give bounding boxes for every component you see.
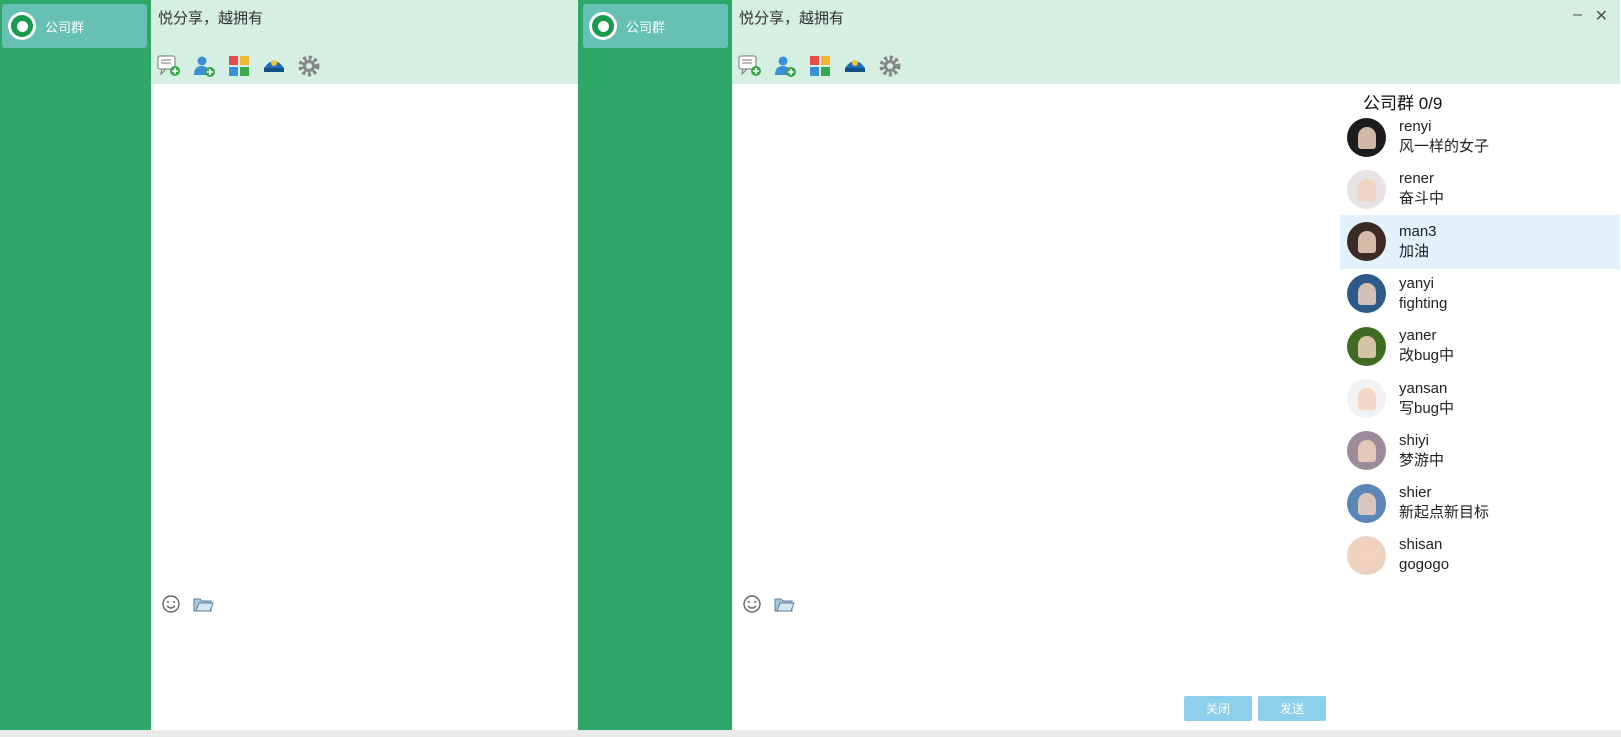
- member-item[interactable]: man3 加油: [1340, 214, 1620, 269]
- minimize-button[interactable]: –: [1573, 6, 1582, 24]
- close-window-button[interactable]: ✕: [1595, 6, 1608, 26]
- member-item[interactable]: rener 奋斗中: [1340, 162, 1620, 216]
- member-status: 加油: [1399, 242, 1430, 260]
- left-chat-window: 公司群 悦分享，越拥有: [0, 0, 578, 730]
- window-title: 悦分享，越拥有: [158, 10, 264, 27]
- member-text: man3 加油: [1399, 222, 1437, 262]
- member-text: shier 新起点新目标: [1399, 483, 1489, 523]
- group-label: 公司群: [45, 19, 85, 35]
- new-chat-icon[interactable]: [738, 54, 762, 78]
- member-item[interactable]: yansan 写bug中: [1340, 372, 1620, 426]
- member-name: rener: [1399, 170, 1435, 188]
- member-status: 梦游中: [1399, 451, 1445, 469]
- chat-toolbar: [157, 54, 321, 78]
- close-button[interactable]: 关闭: [1184, 696, 1252, 721]
- member-name: shier: [1399, 484, 1432, 502]
- right-chat-window: 公司群 悦分享，越拥有 – ✕ 公司群 0/9 renyi 风一样的女子 ren…: [578, 0, 1621, 730]
- member-status: gogogo: [1399, 556, 1450, 574]
- member-status: 写bug中: [1399, 399, 1455, 417]
- emoji-icon[interactable]: [159, 592, 183, 616]
- new-chat-icon[interactable]: [157, 54, 181, 78]
- gear-icon[interactable]: [297, 54, 321, 78]
- member-avatar: [1347, 535, 1386, 575]
- member-avatar: [1347, 169, 1386, 209]
- member-name: yaner: [1399, 327, 1437, 345]
- group-logo-icon: [589, 12, 617, 40]
- group-label: 公司群: [626, 19, 666, 35]
- chat-toolbar: [738, 54, 902, 78]
- bottom-strip: [0, 730, 1621, 737]
- member-text: yansan 写bug中: [1399, 379, 1454, 419]
- sidebar-item-company-group[interactable]: 公司群: [2, 4, 147, 48]
- member-text: yanyi fighting: [1399, 274, 1447, 314]
- member-text: shiyi 梦游中: [1399, 431, 1444, 471]
- captain-hat-icon[interactable]: [262, 54, 286, 78]
- group-sidebar: 公司群: [578, 0, 732, 730]
- member-text: shisan gogogo: [1399, 535, 1449, 575]
- sidebar-item-company-group[interactable]: 公司群: [583, 4, 728, 48]
- member-item[interactable]: renyi 风一样的女子: [1340, 110, 1620, 164]
- member-status: 新起点新目标: [1399, 504, 1490, 522]
- add-user-icon[interactable]: [773, 54, 797, 78]
- member-text: rener 奋斗中: [1399, 169, 1444, 209]
- apps-icon[interactable]: [808, 54, 832, 78]
- window-title: 悦分享，越拥有: [739, 10, 845, 27]
- member-status: 奋斗中: [1399, 190, 1445, 208]
- captain-hat-icon[interactable]: [843, 54, 867, 78]
- member-name: yanyi: [1399, 274, 1435, 292]
- member-name: man3: [1399, 222, 1437, 240]
- member-name: renyi: [1399, 118, 1432, 135]
- member-status: fighting: [1399, 294, 1448, 312]
- group-sidebar: 公司群: [0, 0, 151, 730]
- gear-icon[interactable]: [878, 54, 902, 78]
- message-area[interactable]: [151, 84, 578, 730]
- member-status: 改bug中: [1399, 347, 1455, 365]
- member-item[interactable]: shiyi 梦游中: [1340, 424, 1620, 478]
- member-item[interactable]: shier 新起点新目标: [1340, 476, 1620, 530]
- member-status: 风一样的女子: [1399, 138, 1490, 155]
- chat-header: 悦分享，越拥有: [151, 0, 578, 84]
- member-avatar: [1347, 326, 1386, 366]
- member-list: 公司群 0/9 renyi 风一样的女子 rener 奋斗中 man3 加油 yanyi fi…: [1340, 85, 1620, 605]
- member-avatar: [1347, 117, 1386, 157]
- member-avatar: [1347, 222, 1386, 262]
- chat-header: 悦分享，越拥有 – ✕: [732, 0, 1620, 84]
- folder-icon[interactable]: [191, 592, 215, 616]
- member-avatar: [1347, 274, 1386, 314]
- group-logo-icon: [8, 12, 36, 40]
- member-item[interactable]: yanyi fighting: [1340, 267, 1620, 321]
- member-item[interactable]: shisan gogogo: [1340, 528, 1620, 582]
- member-text: renyi 风一样的女子: [1399, 117, 1489, 157]
- input-toolbar: [740, 592, 796, 616]
- send-button[interactable]: 发送: [1258, 696, 1326, 721]
- member-item[interactable]: yaner 改bug中: [1340, 319, 1620, 373]
- member-text: yaner 改bug中: [1399, 326, 1454, 366]
- member-name: shiyi: [1399, 431, 1430, 449]
- apps-icon[interactable]: [227, 54, 251, 78]
- input-toolbar: [159, 592, 215, 616]
- add-user-icon[interactable]: [192, 54, 216, 78]
- member-name: yansan: [1399, 379, 1448, 397]
- member-avatar: [1347, 431, 1386, 471]
- folder-icon[interactable]: [772, 592, 796, 616]
- member-name: shisan: [1399, 536, 1443, 554]
- emoji-icon[interactable]: [740, 592, 764, 616]
- member-avatar: [1347, 379, 1386, 418]
- member-avatar: [1347, 483, 1386, 523]
